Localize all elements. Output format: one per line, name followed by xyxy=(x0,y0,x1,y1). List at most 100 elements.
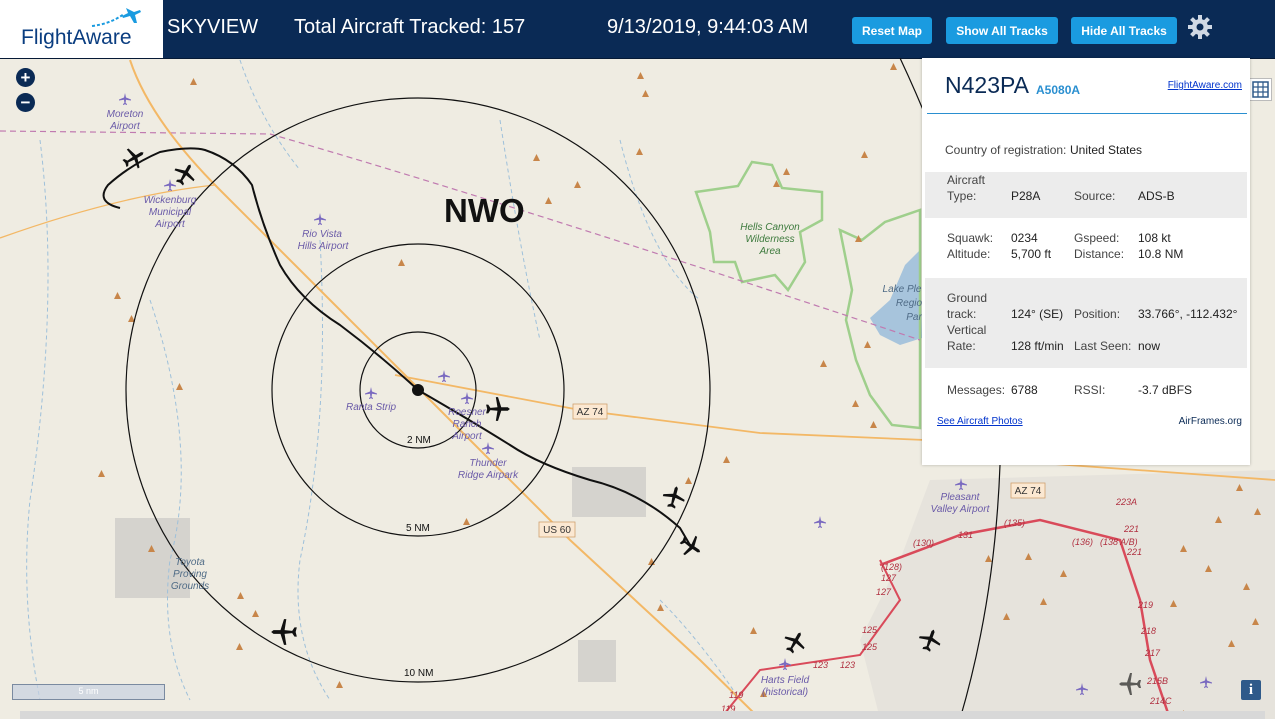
info-button[interactable]: i xyxy=(1241,680,1261,700)
svg-text:Valley Airport: Valley Airport xyxy=(931,504,991,515)
svg-text:221: 221 xyxy=(1123,524,1139,534)
aircraft-info-panel: N423PA A5080A FlightAware.com Country of… xyxy=(922,58,1250,465)
svg-text:Hills Airport: Hills Airport xyxy=(298,241,350,252)
hide-all-tracks-button[interactable]: Hide All Tracks xyxy=(1071,17,1177,44)
messages-value: 6788 xyxy=(1011,383,1038,397)
svg-text:Area: Area xyxy=(758,246,781,257)
flightaware-logo[interactable]: FlightAware xyxy=(0,0,163,58)
gear-icon[interactable] xyxy=(1187,14,1213,40)
zoom-in-button[interactable]: + xyxy=(16,68,35,87)
svg-text:Pleasant: Pleasant xyxy=(941,492,981,503)
selected-aircraft-icon xyxy=(675,530,707,562)
receiver-site xyxy=(412,384,424,396)
type-value: P28A xyxy=(1011,189,1041,203)
panel-row-speed: Squawk: 0234 Gspeed: 108 kt Altitude: 5,… xyxy=(947,231,1184,261)
app-title: SKYVIEW xyxy=(167,16,259,38)
scale-label: 5 nm xyxy=(78,686,99,696)
zoom-out-button[interactable]: − xyxy=(16,93,35,112)
panel-row-type: Aircraft Type: P28A Source: ADS-B xyxy=(925,172,1247,218)
panel-divider xyxy=(927,113,1247,114)
panel-row-messages: Messages: 6788 RSSI: -3.7 dBFS xyxy=(947,383,1193,397)
svg-text:Rio Vista: Rio Vista xyxy=(302,229,342,240)
svg-text:Airport: Airport xyxy=(154,219,186,230)
airframes-link[interactable]: AirFrames.org xyxy=(1179,416,1242,427)
lastseen-value: now xyxy=(1138,339,1161,353)
route-shield-az74: AZ 74 xyxy=(1010,482,1046,499)
squawk-value: 0234 xyxy=(1011,231,1038,245)
svg-text:Harts Field: Harts Field xyxy=(761,675,810,686)
svg-text:215B: 215B xyxy=(1146,676,1168,686)
svg-text:Airport: Airport xyxy=(109,121,141,132)
svg-text:223A: 223A xyxy=(1115,497,1137,507)
svg-text:US 60: US 60 xyxy=(543,525,571,536)
route-shield-az74: AZ 74 xyxy=(572,403,608,420)
grey-parcel xyxy=(572,467,646,517)
aircraft-icon xyxy=(660,483,688,511)
svg-text:Municipal: Municipal xyxy=(149,207,192,218)
gspeed-value: 108 kt xyxy=(1138,231,1171,245)
aircraft-ident: N423PA xyxy=(945,72,1029,98)
position-value: 33.766°, -112.432° xyxy=(1138,307,1238,321)
svg-text:AZ 74: AZ 74 xyxy=(577,407,604,418)
datetime: 9/13/2019, 9:44:03 AM xyxy=(607,16,809,38)
svg-text:125: 125 xyxy=(862,625,878,635)
altitude-value: 5,700 ft xyxy=(1011,247,1052,261)
svg-text:Airport: Airport xyxy=(451,431,483,442)
svg-text:AZ 74: AZ 74 xyxy=(1015,486,1042,497)
distance-value: 10.8 NM xyxy=(1138,247,1184,261)
aircraft-icon xyxy=(779,626,811,658)
panel-row-track: Ground track: 124° (SE) Position: 33.766… xyxy=(925,278,1247,368)
svg-text:Ranch: Ranch xyxy=(453,419,482,430)
aircraft-icon xyxy=(118,142,150,174)
reset-map-button[interactable]: Reset Map xyxy=(852,17,932,44)
svg-text:Toyota: Toyota xyxy=(175,557,205,568)
country-label: Country of registration: xyxy=(945,143,1067,157)
aircraft-icon xyxy=(271,619,297,645)
route-shield-us60: US 60 xyxy=(538,521,576,538)
country-value: United States xyxy=(1070,143,1143,157)
svg-text:Wilderness: Wilderness xyxy=(745,234,794,245)
svg-text:Par: Par xyxy=(906,312,922,323)
svg-text:125: 125 xyxy=(862,642,878,652)
svg-text:(138 A/B): (138 A/B) xyxy=(1100,537,1138,547)
svg-text:221: 221 xyxy=(1126,547,1142,557)
svg-text:(135): (135) xyxy=(1004,518,1025,528)
svg-text:218: 218 xyxy=(1140,626,1156,636)
track-value: 124° (SE) xyxy=(1011,307,1064,321)
range-rings xyxy=(125,58,1001,719)
svg-text:214C: 214C xyxy=(1149,696,1172,706)
aircraft-icon xyxy=(486,397,510,421)
aircraft-photos-link[interactable]: See Aircraft Photos xyxy=(937,416,1023,427)
svg-text:123: 123 xyxy=(840,660,855,670)
svg-text:131: 131 xyxy=(958,530,973,540)
flightaware-link[interactable]: FlightAware.com xyxy=(1168,80,1242,91)
grey-parcel xyxy=(578,640,616,682)
ring-label-10nm: 10 NM xyxy=(404,668,433,679)
tracked-count: Total Aircraft Tracked: 157 xyxy=(294,16,526,38)
svg-text:123: 123 xyxy=(813,660,828,670)
ring-label-5nm: 5 NM xyxy=(406,523,430,534)
source-value: ADS-B xyxy=(1138,189,1175,203)
svg-text:Grounds: Grounds xyxy=(171,581,209,592)
table-view-button[interactable] xyxy=(1249,78,1272,101)
plane-logo-icon xyxy=(91,8,141,27)
svg-text:Moreton: Moreton xyxy=(107,109,144,120)
svg-text:Proving: Proving xyxy=(173,569,207,580)
svg-text:Ridge Airpark: Ridge Airpark xyxy=(458,470,519,481)
svg-text:Lake Ple: Lake Ple xyxy=(883,284,922,295)
svg-text:(136): (136) xyxy=(1072,537,1093,547)
top-bar: FlightAware SKYVIEW Total Aircraft Track… xyxy=(0,0,1275,59)
horizontal-scrollbar[interactable] xyxy=(20,711,1265,719)
svg-text:Regio: Regio xyxy=(896,298,923,309)
scale-bar: 5 nm xyxy=(12,684,165,700)
svg-text:119: 119 xyxy=(729,690,743,700)
aircraft-hex: A5080A xyxy=(1036,83,1081,97)
svg-text:(historical): (historical) xyxy=(762,687,808,698)
grid-icon xyxy=(1252,81,1269,98)
site-label: NWO xyxy=(444,192,525,229)
svg-text:Thunder: Thunder xyxy=(469,458,507,469)
svg-text:127: 127 xyxy=(881,573,897,583)
svg-text:127: 127 xyxy=(876,587,892,597)
urban-area xyxy=(860,470,1275,719)
show-all-tracks-button[interactable]: Show All Tracks xyxy=(946,17,1058,44)
